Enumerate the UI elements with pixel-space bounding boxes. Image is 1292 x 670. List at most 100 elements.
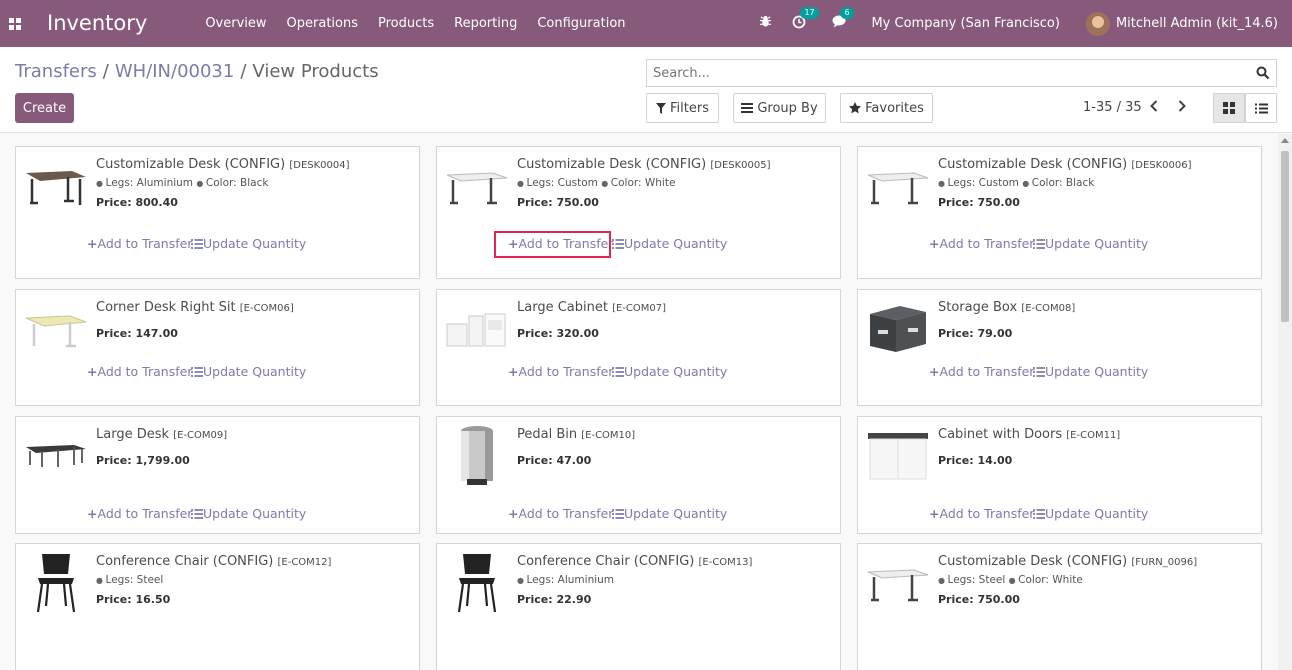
- product-card[interactable]: Customizable Desk (CONFIG) [DESK0006] ● L…: [857, 146, 1262, 279]
- add-to-transfer-button[interactable]: +Add to Transfer: [87, 234, 192, 254]
- list-view-button[interactable]: [1245, 93, 1277, 123]
- apps-menu-icon[interactable]: [0, 0, 30, 47]
- update-quantity-button[interactable]: Update Quantity: [191, 234, 306, 254]
- add-to-transfer-label: Add to Transfer: [518, 506, 614, 521]
- pager-previous-icon[interactable]: [1146, 100, 1162, 116]
- messages-icon[interactable]: 6: [832, 7, 854, 32]
- attribute-value: Legs: Custom: [947, 177, 1019, 189]
- pager-value[interactable]: 1-35 / 35: [1083, 100, 1142, 115]
- product-attributes: ● Legs: Custom ● Color: White: [517, 177, 675, 189]
- attribute-dot-icon: ●: [517, 576, 527, 585]
- add-to-transfer-button[interactable]: +Add to Transfer: [87, 504, 192, 524]
- filters-label: Filters: [670, 100, 709, 116]
- add-to-transfer-button[interactable]: +Add to Transfer: [929, 234, 1034, 254]
- product-title: Corner Desk Right Sit [E-COM06]: [96, 300, 294, 315]
- product-attributes: ● Legs: Steel ● Color: White: [938, 574, 1083, 586]
- attribute-value: Color: White: [610, 177, 676, 189]
- scroll-thumb[interactable]: [1281, 151, 1289, 322]
- plus-icon: +: [508, 506, 519, 521]
- update-quantity-button[interactable]: Update Quantity: [191, 362, 306, 382]
- attribute-dot-icon: ●: [938, 179, 948, 188]
- product-title: Large Desk [E-COM09]: [96, 427, 227, 442]
- highlight-box: [494, 231, 611, 258]
- vertical-scrollbar[interactable]: [1278, 134, 1292, 670]
- product-card[interactable]: Conference Chair (CONFIG) [E-COM12] ● Leg…: [15, 543, 420, 670]
- top-navbar: Inventory Overview Operations Products R…: [0, 0, 1292, 47]
- update-quantity-button[interactable]: Update Quantity: [1033, 234, 1148, 254]
- attribute-value: Legs: Custom: [526, 177, 598, 189]
- search-icon[interactable]: [1256, 66, 1270, 80]
- update-quantity-label: Update Quantity: [1045, 364, 1149, 379]
- list-icon: [1033, 364, 1045, 379]
- plus-icon: +: [929, 236, 940, 251]
- product-name: Pedal Bin: [517, 427, 578, 442]
- product-attributes: ● Legs: Custom ● Color: Black: [938, 177, 1094, 189]
- product-card[interactable]: Corner Desk Right Sit [E-COM06] Price: 14…: [15, 289, 420, 406]
- update-quantity-button[interactable]: Update Quantity: [612, 362, 727, 382]
- product-title: Cabinet with Doors [E-COM11]: [938, 427, 1120, 442]
- add-to-transfer-button[interactable]: +Add to Transfer: [508, 362, 613, 382]
- product-card[interactable]: Storage Box [E-COM08] Price: 79.00: [857, 289, 1262, 406]
- list-icon: [1033, 236, 1045, 251]
- attribute-dot-icon: ●: [601, 179, 611, 188]
- breadcrumb-transfers[interactable]: Transfers: [15, 61, 97, 82]
- menu-operations[interactable]: Operations: [277, 0, 368, 47]
- corner-desk-icon: [24, 302, 88, 356]
- menu-overview[interactable]: Overview: [195, 0, 276, 47]
- product-code: [DESK0005]: [710, 160, 771, 171]
- kanban-view-button[interactable]: [1213, 93, 1245, 123]
- search-input[interactable]: [647, 60, 1237, 86]
- bug-icon[interactable]: [759, 15, 772, 32]
- update-quantity-button[interactable]: Update Quantity: [1033, 504, 1148, 524]
- update-quantity-label: Update Quantity: [1045, 506, 1149, 521]
- activity-count-badge: 17: [800, 6, 819, 19]
- add-to-transfer-button[interactable]: +Add to Transfer: [929, 504, 1034, 524]
- product-code: [E-COM13]: [698, 557, 753, 568]
- messages-count-badge: 6: [840, 7, 854, 19]
- add-to-transfer-button[interactable]: +Add to Transfer: [508, 504, 613, 524]
- attribute-value: Color: White: [1018, 574, 1083, 586]
- desk-black-icon: [24, 159, 88, 213]
- chair-icon: [445, 554, 509, 613]
- add-to-transfer-label: Add to Transfer: [97, 364, 193, 379]
- search-bar: [646, 59, 1277, 87]
- product-price: Price: 22.90: [517, 593, 592, 606]
- scroll-up-arrow[interactable]: [1281, 138, 1289, 143]
- add-to-transfer-button[interactable]: +Add to Transfer: [87, 362, 192, 382]
- update-quantity-label: Update Quantity: [624, 236, 728, 251]
- update-quantity-button[interactable]: Update Quantity: [612, 234, 727, 254]
- cabinet-doors-icon: [866, 429, 930, 483]
- update-quantity-button[interactable]: Update Quantity: [1033, 362, 1148, 382]
- product-card[interactable]: Customizable Desk (CONFIG) [DESK0004] ● L…: [15, 146, 420, 279]
- pager-next-icon[interactable]: [1174, 100, 1190, 116]
- product-card[interactable]: Conference Chair (CONFIG) [E-COM13] ● Leg…: [436, 543, 841, 670]
- update-quantity-button[interactable]: Update Quantity: [612, 504, 727, 524]
- filters-button[interactable]: Filters: [646, 93, 719, 123]
- app-title[interactable]: Inventory: [47, 0, 147, 47]
- storage-box-icon: [866, 302, 930, 356]
- product-card[interactable]: Large Cabinet [E-COM07] Price: 320.00: [436, 289, 841, 406]
- product-code: [E-COM09]: [173, 430, 228, 441]
- company-switcher[interactable]: My Company (San Francisco): [871, 16, 1059, 31]
- update-quantity-label: Update Quantity: [203, 236, 307, 251]
- menu-reporting[interactable]: Reporting: [444, 0, 527, 47]
- menu-products[interactable]: Products: [368, 0, 444, 47]
- product-card[interactable]: Customizable Desk (CONFIG) [FURN_0096] ● …: [857, 543, 1262, 670]
- product-name: Customizable Desk (CONFIG): [96, 157, 286, 172]
- menu-configuration[interactable]: Configuration: [527, 0, 635, 47]
- product-code: [E-COM10]: [581, 430, 636, 441]
- breadcrumb-separator: /: [102, 61, 109, 82]
- activity-clock-icon[interactable]: 17: [792, 6, 819, 33]
- breadcrumb-receipt[interactable]: WH/IN/00031: [115, 61, 235, 82]
- favorites-button[interactable]: Favorites: [840, 93, 933, 123]
- user-menu[interactable]: Mitchell Admin (kit_14.6): [1085, 11, 1278, 36]
- add-to-transfer-button[interactable]: +Add to Transfer: [929, 362, 1034, 382]
- product-name: Corner Desk Right Sit: [96, 300, 236, 315]
- product-name: Storage Box: [938, 300, 1018, 315]
- update-quantity-button[interactable]: Update Quantity: [191, 504, 306, 524]
- create-button[interactable]: Create: [15, 93, 74, 123]
- navbar-right: 17 6 My Company (San Francisco) Mitchell…: [749, 0, 1292, 47]
- attribute-dot-icon: ●: [96, 179, 106, 188]
- product-card[interactable]: Customizable Desk (CONFIG) [DESK0005] ● L…: [436, 146, 841, 279]
- groupby-button[interactable]: Group By: [733, 93, 826, 123]
